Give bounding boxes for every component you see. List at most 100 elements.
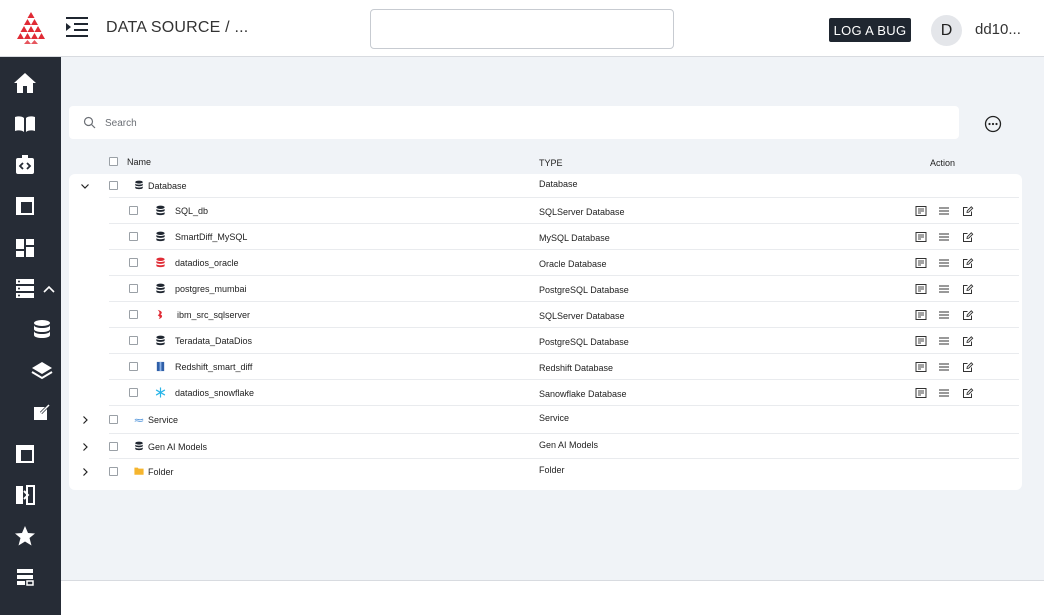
home-icon[interactable]	[13, 71, 37, 95]
layers-icon[interactable]	[31, 360, 53, 380]
table-row[interactable]: SQL_db SQLServer Database	[69, 198, 1022, 224]
table-header: Name TYPE Action	[69, 154, 1022, 172]
chevron-right-icon[interactable]	[80, 415, 90, 425]
row-checkbox[interactable]	[129, 388, 138, 397]
row-checkbox[interactable]	[109, 415, 118, 424]
details-icon[interactable]	[915, 205, 927, 217]
details-icon[interactable]	[915, 361, 927, 373]
item-name[interactable]: SmartDiff_MySQL	[175, 232, 247, 242]
group-name: Folder	[148, 467, 174, 477]
row-checkbox[interactable]	[129, 258, 138, 267]
table-row[interactable]: Redshift_smart_diff Redshift Database	[69, 354, 1022, 380]
edit-icon[interactable]	[962, 283, 974, 295]
database-icon	[155, 205, 166, 216]
item-name[interactable]: Teradata_DataDios	[175, 336, 252, 346]
row-checkbox[interactable]	[129, 362, 138, 371]
group-name: Gen AI Models	[148, 442, 208, 452]
group-row[interactable]: Service Service	[69, 406, 1022, 434]
item-name[interactable]: Redshift_smart_diff	[175, 362, 252, 372]
table-row[interactable]: SmartDiff_MySQL MySQL Database	[69, 224, 1022, 250]
item-name[interactable]: SQL_db	[175, 206, 208, 216]
table-row[interactable]: postgres_mumbai PostgreSQL Database	[69, 276, 1022, 302]
edit-icon[interactable]	[962, 257, 974, 269]
compare-icon[interactable]	[13, 483, 37, 507]
row-checkbox[interactable]	[129, 232, 138, 241]
dashboard-icon[interactable]	[13, 194, 37, 218]
server-icon[interactable]	[13, 276, 37, 300]
details-icon[interactable]	[915, 257, 927, 269]
column-header-name[interactable]: Name	[127, 157, 151, 167]
table-row[interactable]: Teradata_DataDios PostgreSQL Database	[69, 328, 1022, 354]
row-checkbox[interactable]	[109, 181, 118, 190]
avatar[interactable]: D	[931, 15, 962, 46]
panel-icon[interactable]	[13, 442, 37, 466]
more-options-icon[interactable]	[984, 115, 1002, 133]
search-box[interactable]	[69, 106, 959, 139]
logo-icon[interactable]	[14, 12, 48, 44]
chevron-up-icon[interactable]	[42, 283, 56, 295]
column-header-type[interactable]: TYPE	[539, 158, 563, 168]
group-type: Gen AI Models	[539, 440, 599, 450]
database-icon	[155, 335, 166, 346]
group-type: Service	[539, 413, 570, 423]
menu-icon[interactable]	[938, 309, 950, 321]
database-icon	[134, 441, 144, 451]
database-icon[interactable]	[32, 319, 52, 339]
menu-icon[interactable]	[938, 257, 950, 269]
chevron-right-icon[interactable]	[80, 467, 90, 477]
details-icon[interactable]	[915, 335, 927, 347]
menu-icon[interactable]	[938, 387, 950, 399]
edit-icon[interactable]	[33, 403, 51, 421]
username[interactable]: dd10...	[975, 21, 1021, 38]
menu-icon[interactable]	[938, 335, 950, 347]
table-row[interactable]: datadios_oracle Oracle Database	[69, 250, 1022, 276]
folder-icon	[134, 466, 144, 476]
item-name[interactable]: datadios_snowflake	[175, 388, 254, 398]
edit-icon[interactable]	[962, 361, 974, 373]
details-icon[interactable]	[915, 309, 927, 321]
footer	[61, 580, 1044, 615]
log-bug-button[interactable]: LOG A BUG	[829, 18, 911, 42]
row-checkbox[interactable]	[129, 206, 138, 215]
star-icon[interactable]	[13, 524, 37, 548]
table-row[interactable]: ibm_src_sqlserver SQLServer Database	[69, 302, 1022, 328]
menu-icon[interactable]	[938, 361, 950, 373]
chevron-right-icon[interactable]	[80, 442, 90, 452]
edit-icon[interactable]	[962, 231, 974, 243]
group-row[interactable]: Folder Folder	[69, 459, 1022, 484]
item-name[interactable]: ibm_src_sqlserver	[177, 310, 250, 320]
item-type: Oracle Database	[539, 259, 607, 269]
edit-icon[interactable]	[962, 335, 974, 347]
database-icon	[155, 231, 166, 242]
row-checkbox[interactable]	[129, 310, 138, 319]
edit-icon[interactable]	[962, 309, 974, 321]
group-row[interactable]: Database Database	[69, 174, 1022, 198]
row-checkbox[interactable]	[109, 467, 118, 476]
chevron-down-icon[interactable]	[80, 181, 90, 191]
menu-icon[interactable]	[938, 205, 950, 217]
search-input[interactable]	[105, 113, 925, 133]
code-icon[interactable]	[13, 153, 37, 177]
item-name[interactable]: datadios_oracle	[175, 258, 239, 268]
stack-icon[interactable]	[13, 565, 37, 589]
details-icon[interactable]	[915, 283, 927, 295]
database-icon	[155, 283, 166, 294]
details-icon[interactable]	[915, 387, 927, 399]
top-search-field[interactable]	[370, 9, 674, 49]
edit-icon[interactable]	[962, 387, 974, 399]
book-icon[interactable]	[13, 112, 37, 136]
select-all-checkbox[interactable]	[109, 157, 118, 166]
menu-icon[interactable]	[938, 283, 950, 295]
row-checkbox[interactable]	[129, 336, 138, 345]
table-row[interactable]: datadios_snowflake Sanowflake Database	[69, 380, 1022, 406]
item-name[interactable]: postgres_mumbai	[175, 284, 247, 294]
row-checkbox[interactable]	[129, 284, 138, 293]
row-checkbox[interactable]	[109, 442, 118, 451]
edit-icon[interactable]	[962, 205, 974, 217]
grid-icon[interactable]	[13, 236, 37, 260]
menu-toggle-icon[interactable]	[64, 15, 90, 39]
menu-icon[interactable]	[938, 231, 950, 243]
details-icon[interactable]	[915, 231, 927, 243]
group-row[interactable]: Gen AI Models Gen AI Models	[69, 434, 1022, 459]
group-type: Database	[539, 179, 578, 189]
